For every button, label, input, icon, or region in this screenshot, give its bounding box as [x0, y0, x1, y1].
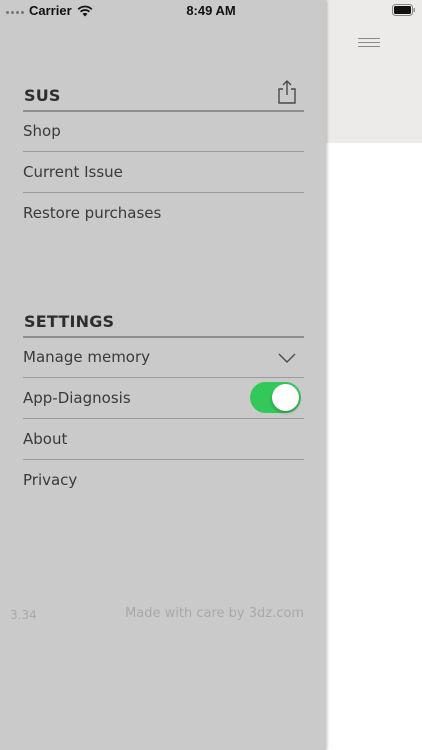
- menu-item-manage-memory[interactable]: Manage memory: [23, 337, 304, 378]
- hamburger-menu-icon[interactable]: [358, 36, 380, 50]
- battery-icon: [392, 4, 416, 16]
- menu-item-label: Manage memory: [23, 348, 151, 366]
- side-drawer: SUS Shop Current Issue Restore purchases…: [0, 0, 326, 750]
- menu-item-current-issue[interactable]: Current Issue: [23, 152, 304, 193]
- credit-link[interactable]: Made with care by 3dz.com: [125, 606, 304, 621]
- menu-item-shop[interactable]: Shop: [23, 111, 304, 152]
- content-body: [326, 143, 422, 750]
- section-title-settings: SETTINGS: [24, 312, 115, 331]
- section-header-settings: SETTINGS: [23, 306, 304, 338]
- share-icon[interactable]: [276, 80, 298, 104]
- menu-item-label: Shop: [23, 122, 61, 140]
- menu-item-about[interactable]: About: [23, 419, 304, 460]
- section-header-sus: SUS: [23, 80, 304, 112]
- menu-item-label: Restore purchases: [23, 204, 162, 222]
- app-screen: SUS Shop Current Issue Restore purchases…: [0, 0, 422, 750]
- status-bar: Carrier 8:49 AM: [0, 0, 422, 22]
- menu-item-app-diagnosis: App-Diagnosis: [23, 378, 304, 419]
- menu-item-label: About: [23, 430, 68, 448]
- menu-item-restore-purchases[interactable]: Restore purchases: [23, 193, 304, 233]
- menu-item-label: App-Diagnosis: [23, 389, 131, 407]
- menu-item-label: Current Issue: [23, 163, 123, 181]
- clock: 8:49 AM: [186, 3, 236, 18]
- app-diagnosis-toggle[interactable]: [250, 382, 301, 413]
- menu-item-label: Privacy: [23, 471, 78, 489]
- section-title-sus: SUS: [24, 86, 61, 105]
- menu-item-privacy[interactable]: Privacy: [23, 460, 304, 500]
- toggle-knob: [272, 384, 299, 411]
- chevron-down-icon[interactable]: [278, 349, 296, 363]
- app-version: 3.34: [10, 608, 37, 622]
